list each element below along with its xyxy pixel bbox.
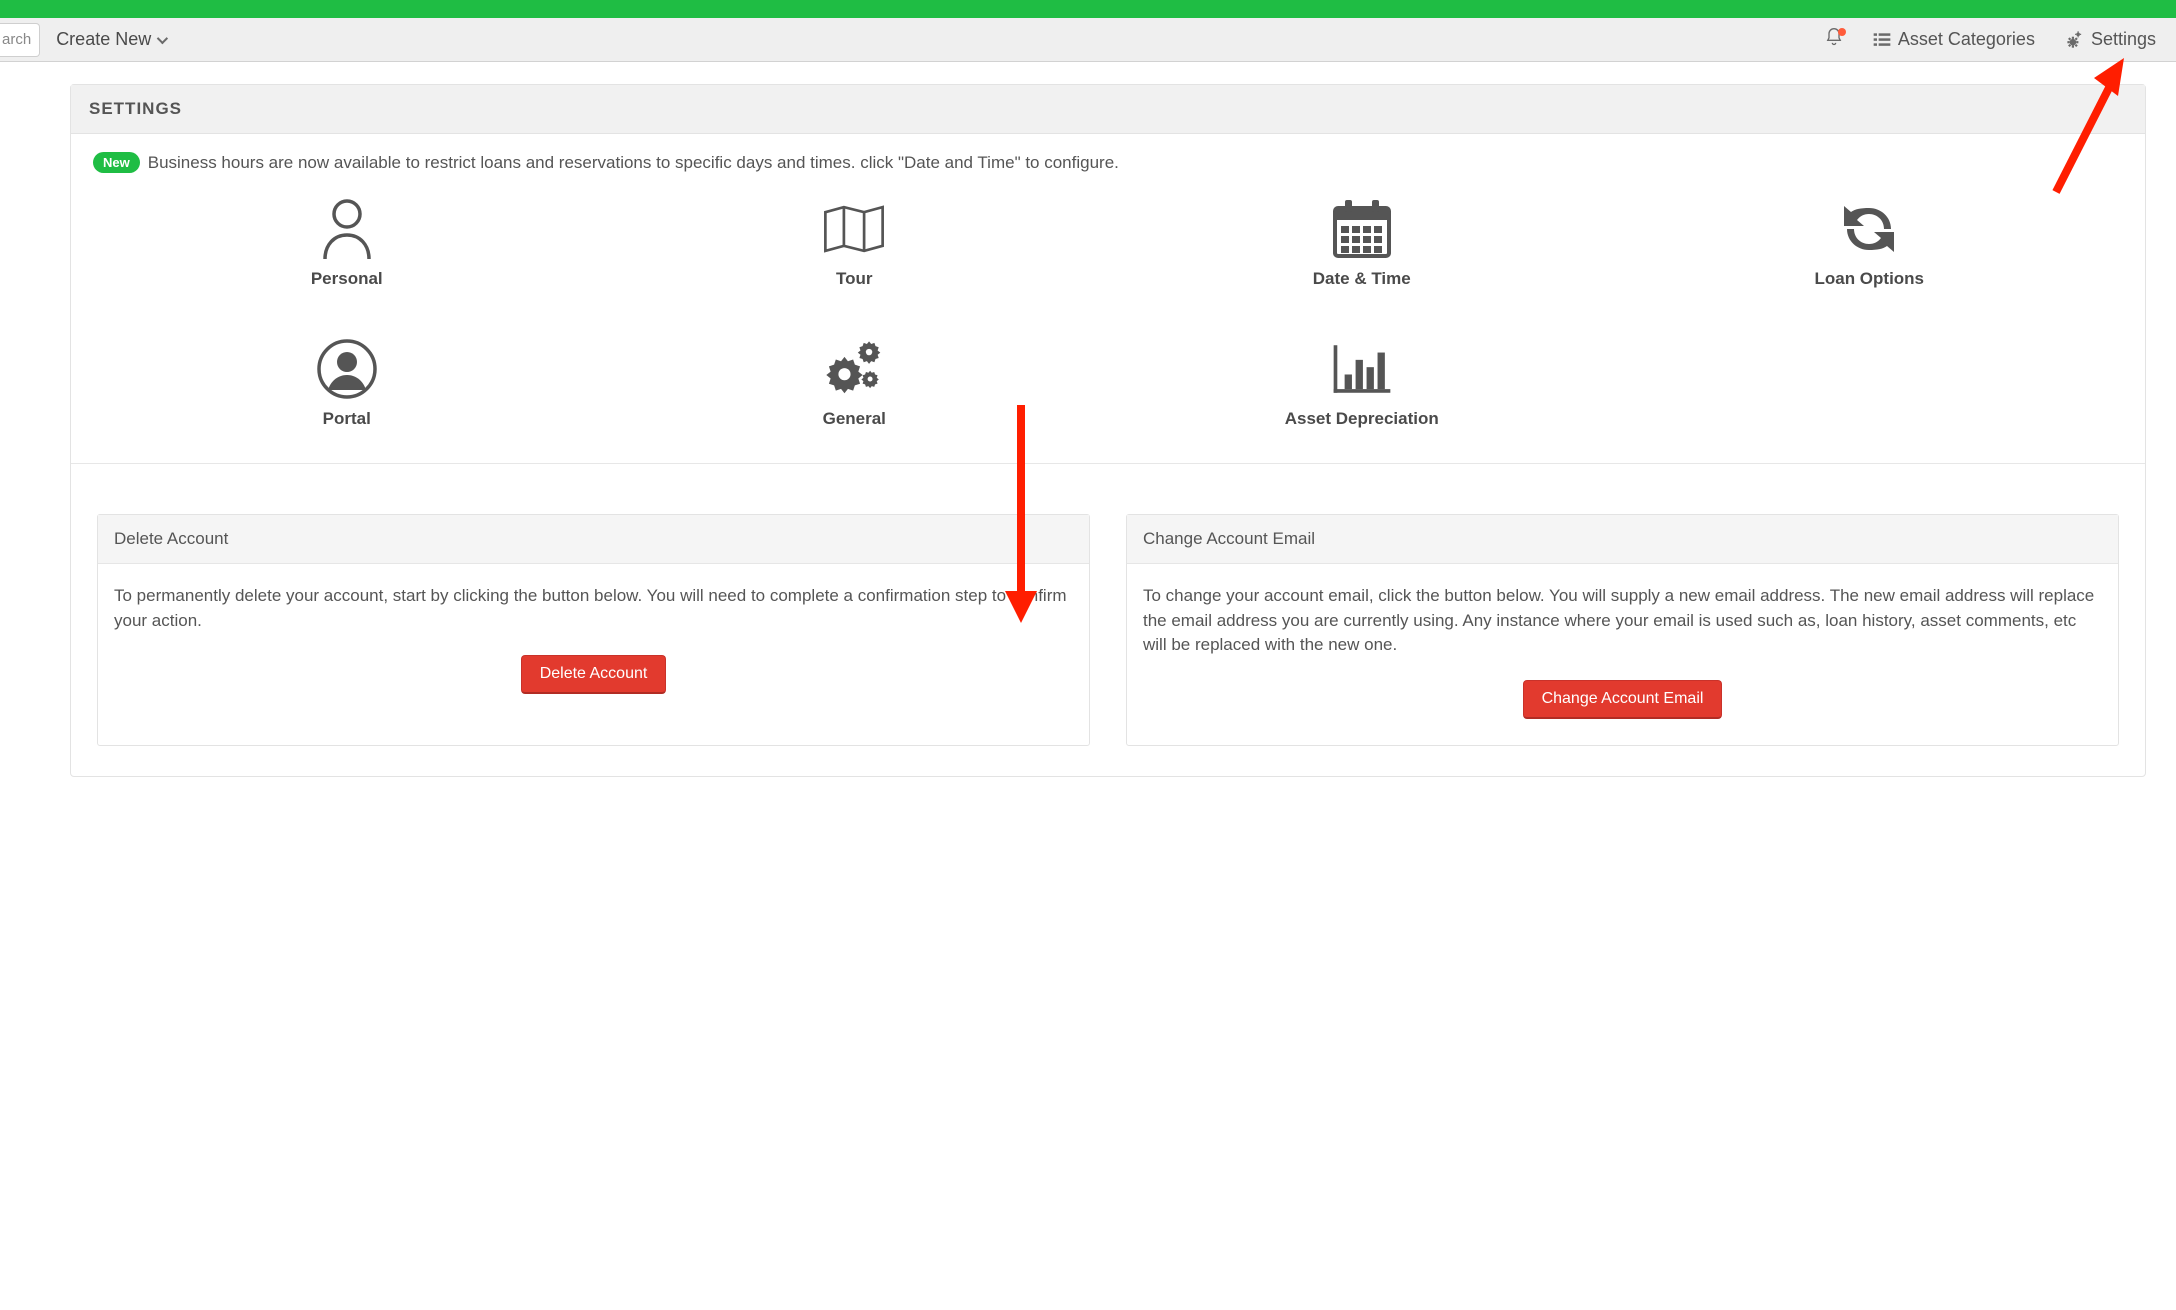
tile-personal[interactable]: Personal <box>93 197 601 289</box>
section-divider <box>71 463 2145 464</box>
map-icon <box>822 197 886 261</box>
settings-tiles-grid: Personal Tour <box>93 197 2123 429</box>
tile-asset-depreciation[interactable]: Asset Depreciation <box>1108 337 1616 429</box>
asset-categories-link[interactable]: Asset Categories <box>1862 29 2045 50</box>
tile-portal[interactable]: Portal <box>93 337 601 429</box>
bar-chart-icon <box>1330 337 1394 401</box>
gears-icon <box>822 337 886 401</box>
tile-label: General <box>823 409 886 429</box>
account-cards-row: Delete Account To permanently delete you… <box>97 514 2119 746</box>
user-circle-icon <box>315 337 379 401</box>
top-toolbar: arch Create New Asset Categories <box>0 18 2176 62</box>
tile-label: Portal <box>323 409 371 429</box>
info-banner: New Business hours are now available to … <box>93 152 2123 173</box>
settings-link[interactable]: Settings <box>2053 29 2166 51</box>
tile-label: Tour <box>836 269 873 289</box>
tile-date-time[interactable]: Date & Time <box>1108 197 1616 289</box>
asset-categories-label: Asset Categories <box>1898 29 2035 50</box>
search-input-stub[interactable]: arch <box>0 23 40 57</box>
notifications-button[interactable] <box>1814 26 1854 53</box>
tile-general[interactable]: General <box>601 337 1109 429</box>
chevron-down-icon <box>157 32 168 43</box>
person-icon <box>315 197 379 261</box>
settings-label: Settings <box>2091 29 2156 50</box>
card-body-text: To permanently delete your account, star… <box>114 584 1073 633</box>
delete-account-button[interactable]: Delete Account <box>521 655 667 694</box>
create-new-dropdown[interactable]: Create New <box>48 29 173 50</box>
tile-label: Personal <box>311 269 383 289</box>
notification-dot-icon <box>1838 28 1846 36</box>
tile-tour[interactable]: Tour <box>601 197 1109 289</box>
tile-loan-options[interactable]: Loan Options <box>1616 197 2124 289</box>
change-email-button[interactable]: Change Account Email <box>1523 680 1723 719</box>
panel-title: SETTINGS <box>71 85 2145 134</box>
refresh-icon <box>1837 197 1901 261</box>
new-badge: New <box>93 152 140 173</box>
settings-panel: SETTINGS New Business hours are now avai… <box>70 84 2146 777</box>
list-icon <box>1872 31 1892 49</box>
card-body-text: To change your account email, click the … <box>1143 584 2102 658</box>
card-title: Delete Account <box>98 515 1089 564</box>
info-text: Business hours are now available to rest… <box>148 153 1119 173</box>
create-new-label: Create New <box>56 29 151 50</box>
card-title: Change Account Email <box>1127 515 2118 564</box>
tile-label: Loan Options <box>1814 269 1924 289</box>
tile-label: Date & Time <box>1313 269 1411 289</box>
delete-account-card: Delete Account To permanently delete you… <box>97 514 1090 746</box>
tile-label: Asset Depreciation <box>1285 409 1439 429</box>
top-green-bar <box>0 0 2176 18</box>
calendar-icon <box>1330 197 1394 261</box>
change-email-card: Change Account Email To change your acco… <box>1126 514 2119 746</box>
gears-icon <box>2063 29 2085 51</box>
